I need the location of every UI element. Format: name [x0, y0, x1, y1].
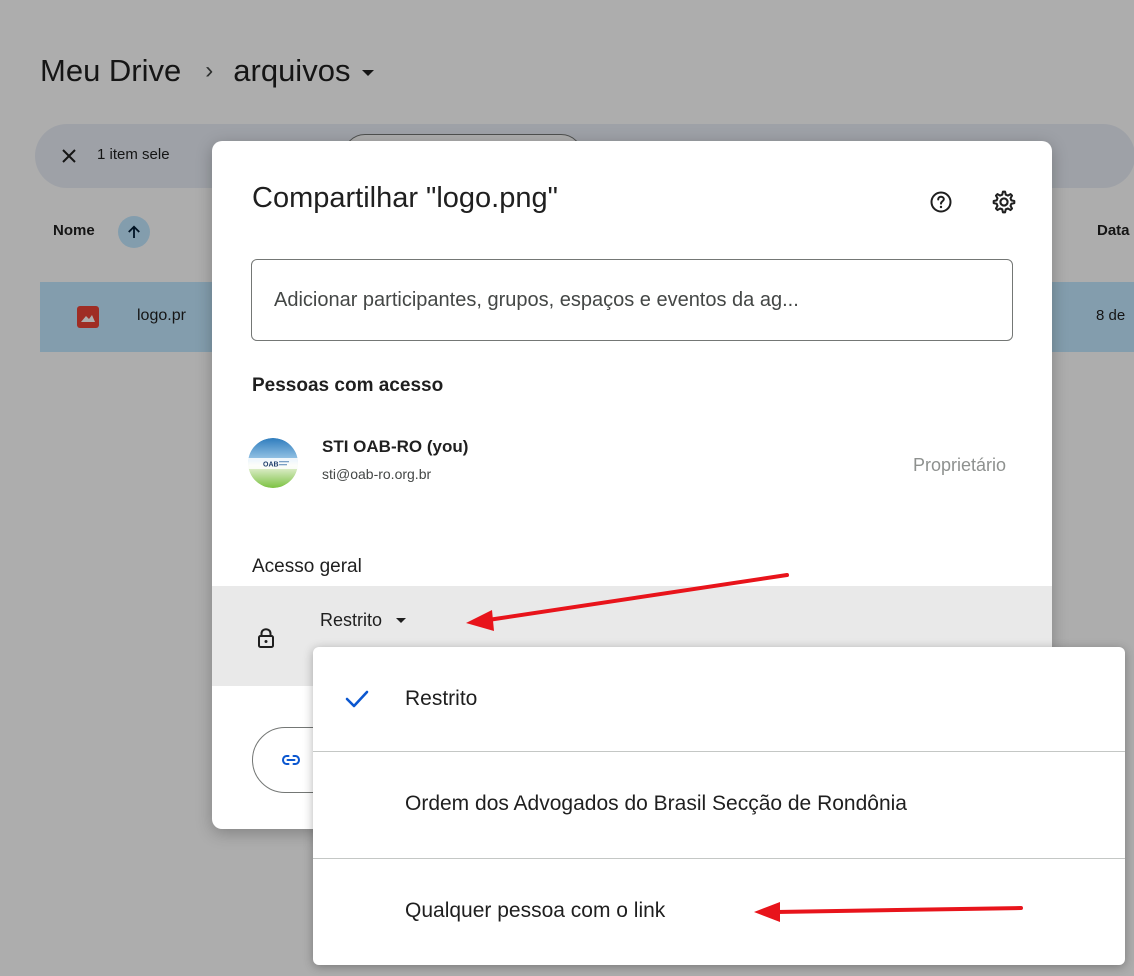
access-options-menu: Restrito Ordem dos Advogados do Brasil S… — [313, 647, 1125, 965]
menu-item-organization[interactable]: Ordem dos Advogados do Brasil Secção de … — [313, 752, 1125, 856]
link-icon — [281, 755, 301, 765]
menu-item-anyone-with-link[interactable]: Qualquer pessoa com o link — [313, 859, 1125, 963]
general-access-heading: Acesso geral — [252, 556, 362, 577]
caret-down-icon — [396, 618, 407, 623]
svg-text:OAB: OAB — [263, 462, 279, 469]
people-with-access-heading: Pessoas com acesso — [252, 375, 444, 396]
help-icon — [930, 191, 952, 213]
menu-item-label: Qualquer pessoa com o link — [405, 899, 666, 922]
settings-button[interactable] — [987, 185, 1021, 219]
general-access-dropdown[interactable]: Restrito — [320, 610, 407, 631]
lock-icon — [248, 620, 284, 656]
general-access-value: Restrito — [320, 610, 383, 630]
checkmark-icon — [345, 690, 369, 708]
add-people-input[interactable] — [251, 259, 1013, 341]
gear-icon — [992, 190, 1016, 214]
menu-item-label: Restrito — [405, 687, 478, 710]
help-button[interactable] — [924, 185, 958, 219]
person-name: STI OAB-RO (you) — [322, 437, 469, 456]
person-email: sti@oab-ro.org.br — [322, 466, 432, 482]
person-row: OAB STI OAB-RO (you) sti@oab-ro.org.br P… — [248, 427, 1018, 499]
menu-item-restrito[interactable]: Restrito — [313, 647, 1125, 751]
person-role: Proprietário — [912, 455, 1006, 475]
dialog-title: Compartilhar "logo.png" — [252, 182, 558, 214]
menu-item-label: Ordem dos Advogados do Brasil Secção de … — [405, 792, 907, 815]
avatar: OAB — [248, 438, 298, 488]
